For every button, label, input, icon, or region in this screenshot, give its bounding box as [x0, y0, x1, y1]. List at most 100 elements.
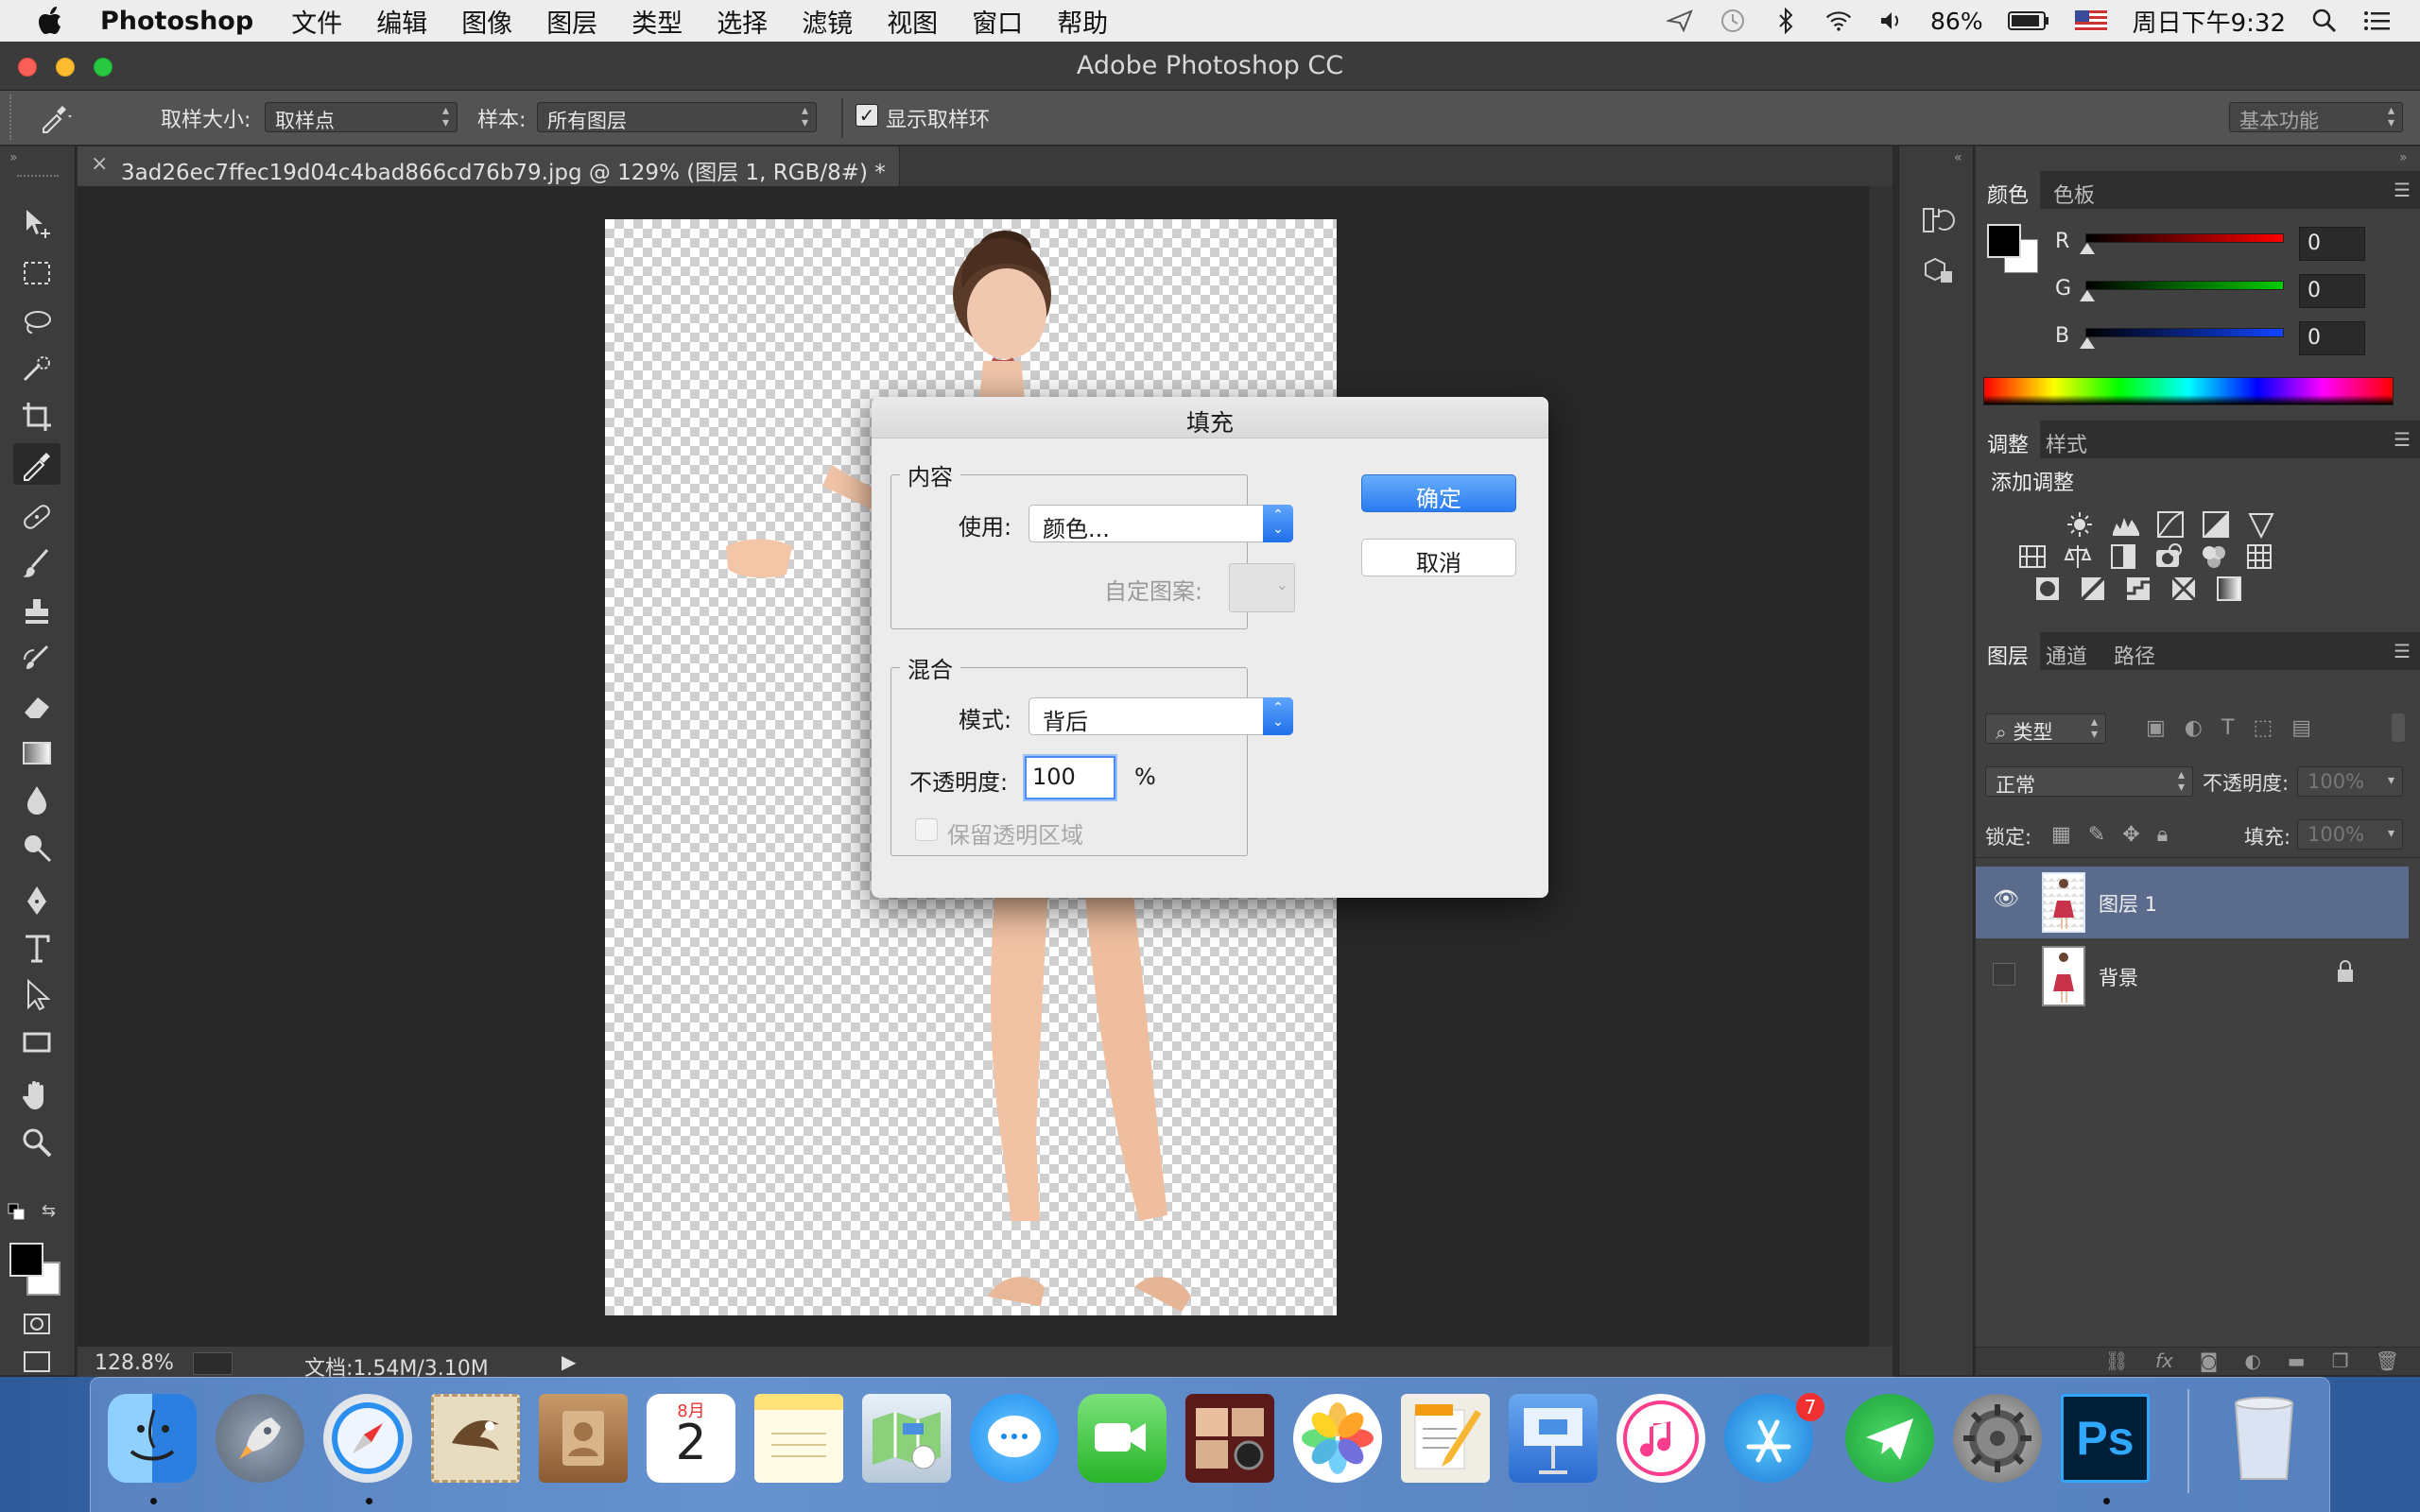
- zoom-tool-icon[interactable]: [13, 1122, 60, 1163]
- sample-select[interactable]: 所有图层 ▴ ▾: [537, 102, 817, 132]
- sample-size-select[interactable]: 取样点 ▴ ▾: [265, 102, 458, 132]
- flag-us-icon[interactable]: [2074, 9, 2108, 33]
- send-icon[interactable]: [1666, 9, 1694, 33]
- photos-icon[interactable]: [1293, 1394, 1382, 1483]
- ok-button[interactable]: 确定: [1361, 474, 1516, 512]
- mode-select[interactable]: 背后 ⌃ ⌄: [1028, 697, 1293, 735]
- bluetooth-icon[interactable]: [1772, 8, 1800, 34]
- facetime-icon[interactable]: [1078, 1394, 1167, 1483]
- layer-filter-kind-select[interactable]: ⌕ 类型 ▴ ▾: [1985, 713, 2106, 744]
- foreground-color-swatch[interactable]: [9, 1243, 43, 1277]
- mail-eagle-icon[interactable]: [431, 1394, 520, 1483]
- quick-selection-tool-icon[interactable]: [13, 349, 60, 390]
- layer-fill-input[interactable]: 100% ▾: [2297, 819, 2403, 850]
- posterize-icon[interactable]: [2078, 574, 2108, 604]
- black-white-icon[interactable]: [2108, 541, 2138, 572]
- gradient-tool-icon[interactable]: [13, 732, 60, 774]
- red-slider[interactable]: [2085, 233, 2284, 243]
- filter-toggle-switch[interactable]: [2392, 713, 2405, 742]
- green-slider[interactable]: [2085, 281, 2284, 290]
- color-spectrum-bar[interactable]: [1983, 377, 2394, 405]
- wifi-icon[interactable]: [1824, 9, 1853, 33]
- crop-tool-icon[interactable]: [13, 396, 60, 438]
- exposure-icon[interactable]: [2201, 509, 2231, 540]
- color-balance-icon[interactable]: [2063, 541, 2093, 572]
- visibility-toggle-empty[interactable]: [1993, 963, 2015, 986]
- lock-image-icon[interactable]: ✎: [2088, 823, 2105, 847]
- blue-slider-thumb[interactable]: [2080, 337, 2095, 349]
- levels-icon[interactable]: [2110, 509, 2140, 540]
- rectangle-tool-icon[interactable]: [13, 1022, 60, 1063]
- green-value-input[interactable]: 0: [2299, 274, 2365, 308]
- volume-icon[interactable]: [1877, 9, 1906, 33]
- battery-icon[interactable]: [2007, 9, 2049, 33]
- properties-3d-icon[interactable]: [1918, 252, 1956, 290]
- blend-mode-select[interactable]: 正常 ▴ ▾: [1985, 766, 2193, 797]
- layer-name[interactable]: 背景: [2099, 963, 2138, 991]
- lock-position-icon[interactable]: ✥: [2122, 823, 2139, 847]
- channel-mixer-icon[interactable]: [2199, 541, 2229, 572]
- menu-filter[interactable]: 滤镜: [802, 3, 853, 40]
- threshold-icon[interactable]: [2123, 574, 2153, 604]
- photo-filter-icon[interactable]: [2153, 541, 2184, 572]
- telegram-icon[interactable]: [1845, 1394, 1934, 1483]
- workspace-select[interactable]: 基本功能 ▴ ▾: [2229, 102, 2403, 132]
- tab-layers[interactable]: 图层: [1976, 632, 2041, 670]
- safari-icon[interactable]: [323, 1394, 412, 1483]
- red-slider-thumb[interactable]: [2080, 243, 2095, 254]
- spotlight-search-icon[interactable]: [2310, 9, 2339, 33]
- history-panel-icon[interactable]: [1918, 201, 1956, 239]
- notes-icon[interactable]: [754, 1394, 843, 1483]
- path-selection-tool-icon[interactable]: [13, 974, 60, 1016]
- preserve-transparency-checkbox[interactable]: [915, 818, 938, 841]
- pen-tool-icon[interactable]: [13, 880, 60, 921]
- gradient-map-icon[interactable]: [2214, 574, 2244, 604]
- layer-opacity-input[interactable]: 100% ▾: [2297, 766, 2403, 797]
- collapse-right-panels-icon[interactable]: »: [2399, 150, 2408, 165]
- new-adjustment-layer-icon[interactable]: ◐: [2244, 1349, 2260, 1375]
- menu-help[interactable]: 帮助: [1057, 3, 1108, 40]
- dialog-opacity-input[interactable]: 100: [1025, 756, 1115, 799]
- delete-layer-icon[interactable]: 🗑︎: [2376, 1349, 2399, 1375]
- maps-icon[interactable]: [862, 1394, 951, 1483]
- keynote-icon[interactable]: [1509, 1394, 1598, 1483]
- blur-tool-icon[interactable]: [13, 780, 60, 821]
- use-select[interactable]: 颜色... ⌃ ⌄: [1028, 505, 1293, 542]
- layer-row-layer1[interactable]: 👁︎ 图层 1: [1976, 867, 2409, 938]
- document-tab[interactable]: × 3ad26ec7ffec19d04c4bad866cd76b79.jpg @…: [78, 146, 900, 186]
- status-menu-arrow-icon[interactable]: ▶: [562, 1350, 576, 1373]
- tab-channels[interactable]: 通道: [2034, 632, 2099, 670]
- menu-layer[interactable]: 图层: [546, 3, 597, 40]
- move-tool-icon[interactable]: [13, 203, 60, 245]
- curves-icon[interactable]: [2155, 509, 2186, 540]
- history-brush-tool-icon[interactable]: [13, 638, 60, 679]
- photo-booth-icon[interactable]: [1185, 1394, 1274, 1483]
- visibility-eye-icon[interactable]: 👁︎: [1993, 887, 2019, 911]
- vertical-scrollbar[interactable]: [1869, 186, 1893, 1347]
- new-group-icon[interactable]: ▬: [2288, 1349, 2306, 1375]
- finder-icon[interactable]: [108, 1394, 197, 1483]
- pages-icon[interactable]: [1401, 1394, 1490, 1483]
- lock-all-icon[interactable]: 🔒︎: [2157, 823, 2169, 847]
- hand-tool-icon[interactable]: [13, 1074, 60, 1116]
- show-ring-checkbox[interactable]: ✓: [856, 104, 878, 127]
- color-lookup-icon[interactable]: [2244, 541, 2274, 572]
- blue-slider[interactable]: [2085, 328, 2284, 337]
- invert-icon[interactable]: [2032, 574, 2063, 604]
- link-layers-icon[interactable]: ⛓︎: [2105, 1349, 2129, 1375]
- menu-window[interactable]: 窗口: [972, 3, 1023, 40]
- layer-row-background[interactable]: 背景: [1976, 940, 2409, 1012]
- close-tab-icon[interactable]: ×: [91, 152, 108, 176]
- hue-saturation-icon[interactable]: [2017, 541, 2048, 572]
- panel-menu-icon[interactable]: ☰: [2394, 179, 2411, 201]
- filter-shape-icon[interactable]: ⬚: [2253, 716, 2273, 740]
- screen-mode-icon[interactable]: [13, 1345, 60, 1373]
- selective-color-icon[interactable]: [2169, 574, 2199, 604]
- time-machine-icon[interactable]: [1719, 9, 1747, 33]
- layer-name[interactable]: 图层 1: [2099, 889, 2157, 918]
- filter-smart-object-icon[interactable]: ▤: [2291, 716, 2311, 740]
- green-slider-thumb[interactable]: [2080, 290, 2095, 301]
- type-tool-icon[interactable]: [13, 927, 60, 969]
- lock-transparent-icon[interactable]: ▦: [2051, 823, 2071, 847]
- menu-select[interactable]: 选择: [717, 3, 768, 40]
